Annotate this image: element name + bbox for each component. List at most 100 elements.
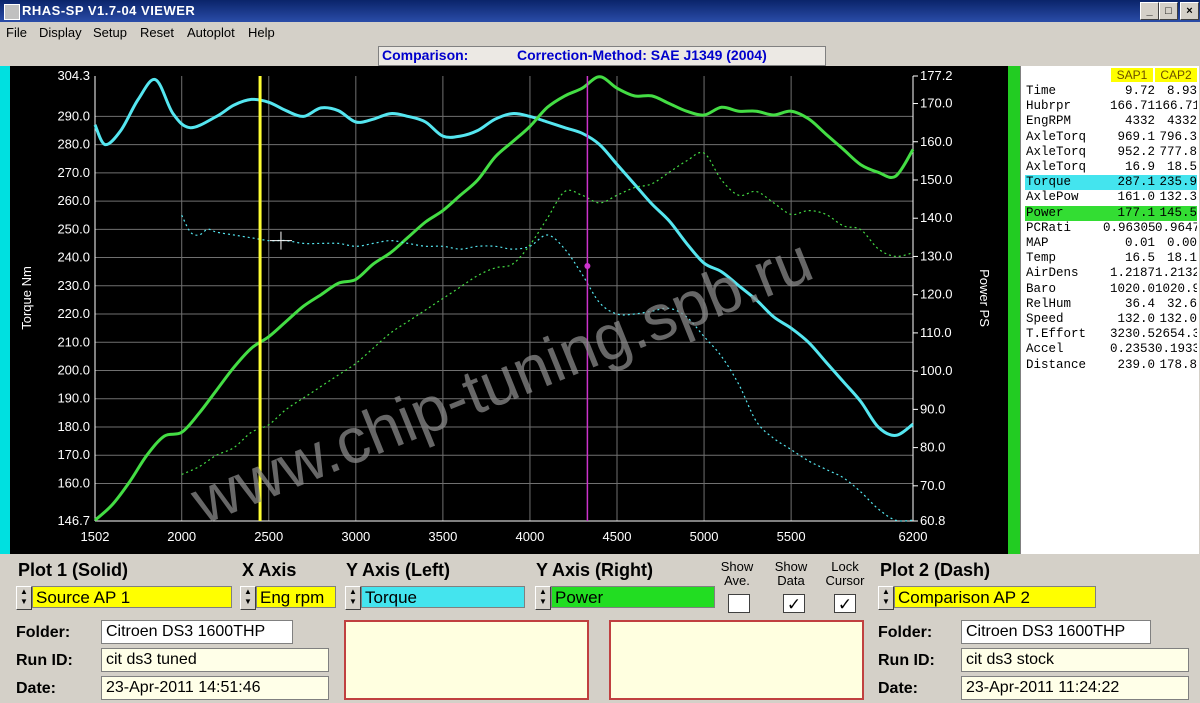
xaxis-spinner[interactable]: ▲ ▼ xyxy=(240,586,256,610)
yright-spinner[interactable]: ▲ ▼ xyxy=(535,586,551,610)
data-row-value-cap2: 1.2132 xyxy=(1155,266,1197,281)
data-row: Baro 1020.0 1020.9 xyxy=(1021,282,1199,297)
data-row: AxleTorq 969.1 796.3 xyxy=(1021,130,1199,145)
correction-method-label: Correction-Method: SAE J1349 (2004) xyxy=(517,47,767,63)
yleft-select[interactable]: Torque xyxy=(361,586,525,608)
xaxis-select[interactable]: Eng rpm xyxy=(256,586,336,608)
run2-date-field[interactable]: 23-Apr-2011 11:24:22 xyxy=(961,676,1189,700)
lock-cursor-checkbox[interactable]: ✓ xyxy=(834,594,856,614)
y-left-tick-label: 180.0 xyxy=(57,419,90,434)
data-row-value-sap1: 969.1 xyxy=(1117,129,1155,144)
chart-svg[interactable]: 1502 2000 2500 3000 3500 4000 4500 5000 5500 6200… xyxy=(10,66,1008,554)
x-tick-label: 4000 xyxy=(515,529,544,544)
right-axis-color-bar xyxy=(1008,66,1020,554)
close-button[interactable]: × xyxy=(1180,2,1199,20)
yleft-spinner[interactable]: ▲ ▼ xyxy=(345,586,361,610)
data-row-value-cap2: 4332 xyxy=(1166,114,1197,129)
run2-date-label: Date: xyxy=(878,680,919,697)
x-tick-label: 3500 xyxy=(428,529,457,544)
data-row-value-cap2: 18.5 xyxy=(1166,160,1197,174)
data-row-label: Speed xyxy=(1026,312,1064,326)
y-right-axis-title: Power PS xyxy=(977,269,992,327)
data-row: Hubrpr 166.71 166.71 xyxy=(1021,99,1199,114)
x-tick-label: 6200 xyxy=(899,529,928,544)
comparison-label: Comparison: xyxy=(382,47,469,63)
x-tick-label: 3000 xyxy=(341,529,370,544)
run2-runid-field[interactable]: cit ds3 stock xyxy=(961,648,1189,672)
data-row: PCRati 0.963050.96474 xyxy=(1021,221,1199,236)
data-row-value-sap1: 16.5 xyxy=(1124,251,1155,266)
data-row-label: RelHum xyxy=(1026,296,1072,311)
plot2-select[interactable]: Comparison AP 2 xyxy=(894,586,1096,608)
run1-runid-field[interactable]: cit ds3 tuned xyxy=(101,648,329,672)
window-title: RHAS-SP V1.7-04 VIEWER xyxy=(22,3,196,18)
run1-runid-label: Run ID: xyxy=(16,652,73,669)
menu-help[interactable]: Help xyxy=(248,25,275,40)
data-row-value-sap1: 16.9 xyxy=(1124,160,1155,174)
data-row-label: Baro xyxy=(1026,281,1057,296)
plot1-select[interactable]: Source AP 1 xyxy=(32,586,232,608)
y-right-tick-label: 120.0 xyxy=(920,287,953,302)
check-mark-icon: ✓ xyxy=(786,595,802,614)
run2-notes-box[interactable] xyxy=(609,620,864,700)
dyno-chart[interactable]: 1502 2000 2500 3000 3500 4000 4500 5000 5500 6200… xyxy=(10,66,1008,554)
x-tick-label: 2000 xyxy=(167,529,196,544)
data-row: EngRPM 4332 4332 xyxy=(1021,114,1199,129)
y-left-tick-label: 170.0 xyxy=(57,447,90,462)
menu-reset[interactable]: Reset xyxy=(140,25,174,40)
y-left-tick-label: 190.0 xyxy=(57,391,90,406)
run2-folder-field[interactable]: Citroen DS3 1600THP xyxy=(961,620,1151,644)
data-row: AxleTorq 952.2 777.8 xyxy=(1021,145,1199,160)
watermark-text: www.chip-tuning.spb.ru xyxy=(181,223,822,538)
show-data-checkbox[interactable]: ✓ xyxy=(783,594,805,614)
y-left-tick-label: 240.0 xyxy=(57,250,90,265)
data-row-value-sap1: 1.2187 xyxy=(1109,266,1155,281)
run1-notes-box[interactable] xyxy=(344,620,589,700)
data-row-label: Torque xyxy=(1025,175,1108,191)
y-right-tick-label: 140.0 xyxy=(920,210,953,225)
y-right-tick-label: 100.0 xyxy=(920,363,953,378)
yright-select[interactable]: Power xyxy=(551,586,715,608)
y-right-tick-label: 70.0 xyxy=(920,478,945,493)
minimize-button[interactable]: _ xyxy=(1140,2,1159,20)
data-row: Speed 132.0 132.0 xyxy=(1021,312,1199,327)
data-row-value-sap1: 1020.0 xyxy=(1109,281,1155,296)
y-right-tick-label: 110.0 xyxy=(920,325,952,340)
y-right-tick-label: 160.0 xyxy=(920,134,953,149)
chart-header: Comparison: Correction-Method: SAE J1349… xyxy=(0,44,1200,66)
menu-setup[interactable]: Setup xyxy=(93,25,127,40)
data-row-value-sap1: 4332 xyxy=(1124,114,1155,129)
menu-autoplot[interactable]: Autoplot xyxy=(187,25,235,40)
data-row: AirDens 1.2187 1.2132 xyxy=(1021,266,1199,281)
run1-date-field[interactable]: 23-Apr-2011 14:51:46 xyxy=(101,676,329,700)
y-right-tick-label: 150.0 xyxy=(920,172,953,187)
data-row-label: Time xyxy=(1026,84,1057,98)
run1-folder-field[interactable]: Citroen DS3 1600THP xyxy=(101,620,293,644)
run2-folder-label: Folder: xyxy=(878,624,933,641)
data-row: AxleTorq 16.9 18.5 xyxy=(1021,160,1199,175)
y-right-tick-label: 80.0 xyxy=(920,440,945,455)
yaxis-right-label: Y Axis (Right) xyxy=(536,560,654,580)
data-row-value-sap1: 287.1 xyxy=(1103,175,1155,191)
y-right-tick-label: 130.0 xyxy=(920,248,953,263)
data-row-value-cap2: 0.1933 xyxy=(1155,342,1197,357)
data-row-label: AirDens xyxy=(1026,266,1079,281)
data-row-value-cap2: 2654.3 xyxy=(1155,327,1197,342)
y-left-tick-label: 220.0 xyxy=(57,306,90,321)
y-left-tick-label: 304.3 xyxy=(57,68,90,83)
data-row-value-cap2: 145.5 xyxy=(1155,205,1197,221)
plot2-spinner[interactable]: ▲ ▼ xyxy=(878,586,894,610)
data-row-value-sap1: 0.96305 xyxy=(1103,220,1155,235)
plot1-spinner[interactable]: ▲ ▼ xyxy=(16,586,32,610)
menu-display[interactable]: Display xyxy=(39,25,82,40)
y-left-tick-label: 250.0 xyxy=(57,221,90,236)
data-row-value-cap2: 796.3 xyxy=(1159,129,1197,144)
y-right-tick-label: 170.0 xyxy=(920,96,953,111)
y-left-tick-label: 146.7 xyxy=(57,513,90,528)
data-row-value-sap1: 36.4 xyxy=(1124,296,1155,311)
maximize-button[interactable]: □ xyxy=(1159,2,1178,20)
data-row-value-cap2: 1020.9 xyxy=(1155,281,1197,296)
show-ave-checkbox[interactable] xyxy=(728,594,750,613)
data-row: Distance 239.0 178.8 xyxy=(1021,358,1199,373)
menu-file[interactable]: File xyxy=(6,25,27,40)
